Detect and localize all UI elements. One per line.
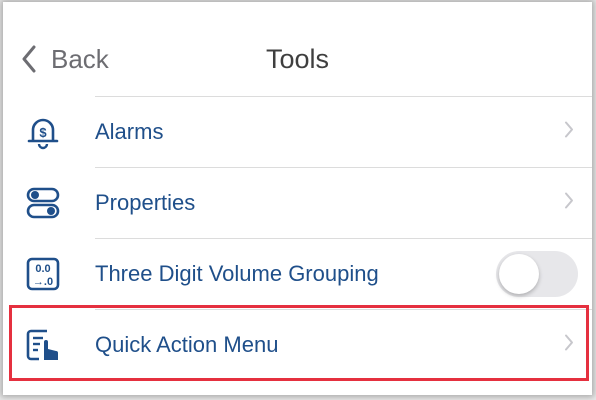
navigation-bar: Back Tools (3, 2, 592, 96)
list-item-properties[interactable]: Properties (3, 168, 592, 238)
tap-menu-icon (25, 327, 61, 363)
item-label: Three Digit Volume Grouping (95, 261, 379, 286)
svg-text:→.0: →.0 (33, 276, 53, 288)
list-item-quick-action-menu[interactable]: Quick Action Menu (3, 310, 592, 380)
alarm-dollar-icon: $ (25, 114, 61, 150)
svg-text:$: $ (39, 125, 47, 140)
item-label: Quick Action Menu (95, 332, 279, 357)
list-item-three-digit-volume-grouping: 0.0 →.0 Three Digit Volume Grouping (3, 239, 592, 309)
toggle-knob (499, 254, 539, 294)
item-label: Properties (95, 190, 196, 215)
chevron-right-icon (564, 192, 574, 215)
tools-screen: Back Tools $ Alarms Properties 0.0 →.0 T… (3, 2, 592, 395)
toggles-icon (25, 185, 61, 221)
volume-grouping-toggle[interactable] (496, 251, 578, 297)
svg-text:0.0: 0.0 (35, 263, 50, 275)
page-title: Tools (265, 44, 330, 74)
digit-grouping-icon: 0.0 →.0 (25, 256, 61, 292)
chevron-right-icon (564, 121, 574, 144)
chevron-right-icon (564, 334, 574, 357)
list-item-alarms[interactable]: $ Alarms (3, 97, 592, 167)
item-label: Alarms (95, 119, 164, 144)
